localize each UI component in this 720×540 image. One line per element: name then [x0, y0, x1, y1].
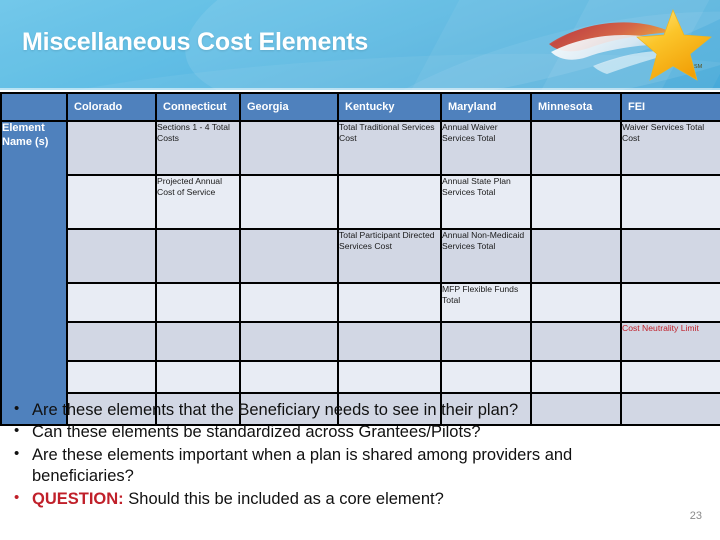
bullet-list: Are these elements that the Beneficiary … — [6, 399, 666, 510]
table-cell-fei-r2 — [620, 174, 720, 230]
table-cell-connecticut-r4 — [155, 282, 241, 323]
table-cell-georgia-r6 — [239, 360, 339, 394]
table-cell-colorado-r1 — [66, 120, 157, 176]
table-cell-maryland-r4: MFP Flexible Funds Total — [440, 282, 532, 323]
table-cell-connecticut-r1: Sections 1 - 4 Total Costs — [155, 120, 241, 176]
column-header-minnesota: Minnesota — [530, 92, 622, 122]
table-cell-minnesota-r3 — [530, 228, 622, 284]
slide-number: 23 — [689, 510, 702, 522]
table-cell-kentucky-r5 — [337, 321, 442, 362]
bullet-text: Should this be included as a core elemen… — [123, 489, 444, 508]
table-cell-minnesota-r6 — [530, 360, 622, 394]
table-cell-maryland-r5 — [440, 321, 532, 362]
table-corner-cell — [0, 92, 68, 122]
table-cell-connecticut-r2: Projected Annual Cost of Service — [155, 174, 241, 230]
table-row: Total Participant Directed Services Cost… — [1, 228, 720, 284]
table-cell-georgia-r1 — [239, 120, 339, 176]
table-cell-colorado-r4 — [66, 282, 157, 323]
row-header-element-name: Element Name (s) — [0, 120, 68, 426]
table-cell-colorado-r2 — [66, 174, 157, 230]
bullet-text: Are these elements that the Beneficiary … — [32, 401, 519, 419]
bullet-item-2: Can these elements be standardized acros… — [6, 421, 666, 443]
table-row: MFP Flexible Funds Total — [1, 282, 720, 323]
table-cell-maryland-r1: Annual Waiver Services Total — [440, 120, 532, 176]
bullet-item-3: Are these elements important when a plan… — [6, 444, 666, 488]
table-cell-colorado-r6 — [66, 360, 157, 394]
table-row — [1, 360, 720, 394]
bullet-question-label: QUESTION: — [32, 489, 124, 508]
banner-bottom-line — [0, 88, 720, 90]
table-row: Cost Neutrality Limit — [1, 321, 720, 362]
table-cell-georgia-r4 — [239, 282, 339, 323]
table-cell-maryland-r2: Annual State Plan Services Total — [440, 174, 532, 230]
page-title: Miscellaneous Cost Elements — [22, 28, 369, 56]
table-cell-fei-r1: Waiver Services Total Cost — [620, 120, 720, 176]
table-cell-fei-r6 — [620, 360, 720, 394]
table-row: Projected Annual Cost of Service Annual S… — [1, 174, 720, 230]
table-header-row: Colorado Connecticut Georgia Kentucky Ma… — [0, 92, 720, 122]
cost-elements-table: Colorado Connecticut Georgia Kentucky Ma… — [0, 92, 720, 426]
column-header-colorado: Colorado — [66, 92, 157, 122]
table-cell-minnesota-r2 — [530, 174, 622, 230]
table-cell-colorado-r5 — [66, 321, 157, 362]
table-cell-kentucky-r2 — [337, 174, 442, 230]
table-cell-connecticut-r3 — [155, 228, 241, 284]
table-cell-connecticut-r6 — [155, 360, 241, 394]
table-cell-connecticut-r5 — [155, 321, 241, 362]
bullet-item-1: Are these elements that the Beneficiary … — [6, 399, 666, 421]
table-cell-georgia-r5 — [239, 321, 339, 362]
column-header-georgia: Georgia — [239, 92, 339, 122]
table-cell-kentucky-r1: Total Traditional Services Cost — [337, 120, 442, 176]
table-cell-fei-r3 — [620, 228, 720, 284]
table-cell-georgia-r3 — [239, 228, 339, 284]
star-swoosh-logo: SM — [549, 9, 712, 81]
column-header-maryland: Maryland — [440, 92, 532, 122]
column-header-fei: FEI — [620, 92, 720, 122]
table-cell-kentucky-r3: Total Participant Directed Services Cost — [337, 228, 442, 284]
table-cell-fei-r4 — [620, 282, 720, 323]
logo-trademark: SM — [694, 64, 703, 70]
table-cell-maryland-r3: Annual Non-Medicaid Services Total — [440, 228, 532, 284]
table-cell-kentucky-r4 — [337, 282, 442, 323]
table-cell-maryland-r6 — [440, 360, 532, 394]
table-cell-georgia-r2 — [239, 174, 339, 230]
table-cell-minnesota-r4 — [530, 282, 622, 323]
bullet-text: Are these elements important when a plan… — [32, 445, 573, 486]
table-cell-fei-r5: Cost Neutrality Limit — [620, 321, 720, 362]
column-header-connecticut: Connecticut — [155, 92, 241, 122]
table-row: Element Name (s) Sections 1 - 4 Total Cos… — [0, 120, 720, 426]
table-cell-kentucky-r6 — [337, 360, 442, 394]
table-body: Element Name (s) Sections 1 - 4 Total Cos… — [0, 120, 720, 426]
table-cell-colorado-r3 — [66, 228, 157, 284]
discussion-questions: Are these elements that the Beneficiary … — [6, 399, 666, 511]
column-header-kentucky: Kentucky — [337, 92, 442, 122]
table-cell-minnesota-r5 — [530, 321, 622, 362]
bullet-item-4: QUESTION: Should this be included as a c… — [6, 488, 666, 510]
table-cell-minnesota-r1 — [530, 120, 622, 176]
bullet-text: Can these elements be standardized acros… — [32, 423, 481, 442]
